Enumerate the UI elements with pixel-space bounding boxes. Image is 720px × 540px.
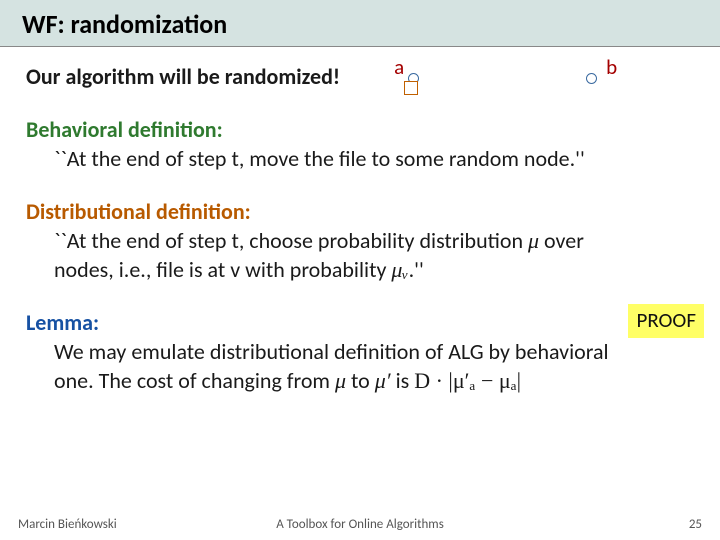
footer-page-number: 25 [474, 517, 702, 532]
dist-line1-pre: ``At the end of step t, choose probabili… [54, 227, 528, 254]
graph-diagram: a b [360, 59, 694, 93]
file-icon [404, 81, 418, 95]
distributional-block: Distributional definition: ``At the end … [26, 197, 694, 284]
intro-text: Our algorithm will be randomized! [26, 63, 340, 90]
behavioral-block: Behavioral definition: ``At the end of s… [26, 115, 694, 173]
lemma-line2-pre: one. The cost of changing from [54, 367, 335, 394]
node-label-b: b [606, 54, 617, 80]
behavioral-body: ``At the end of step t, move the file to… [26, 144, 694, 173]
behavioral-heading: Behavioral definition: [26, 116, 223, 143]
mu-symbol: μ [528, 228, 539, 253]
slide: WF: randomization Our algorithm will be … [0, 0, 720, 540]
lemma-block: Lemma: PROOF We may emulate distribution… [26, 308, 694, 395]
footer-title: A Toolbox for Online Algorithms [246, 517, 474, 532]
mu2-symbol: μ′ [375, 368, 391, 393]
dist-line2-pre: nodes, i.e., file is at v with probabili… [54, 256, 391, 283]
lemma-line2-mid: to [346, 367, 375, 394]
lemma-heading: Lemma: [26, 309, 99, 336]
lemma-line2-post: is [391, 367, 415, 394]
mu1-symbol: μ [335, 368, 346, 393]
title-bar: WF: randomization [0, 0, 720, 47]
footer: Marcin Bieńkowski A Toolbox for Online A… [0, 517, 720, 532]
distributional-heading: Distributional definition: [26, 198, 251, 225]
footer-author: Marcin Bieńkowski [18, 517, 246, 532]
lemma-body: We may emulate distributional definition… [26, 337, 694, 395]
dist-line2-post: .'' [409, 256, 424, 283]
node-label-a: a [394, 54, 404, 80]
node-b [586, 73, 597, 84]
slide-title: WF: randomization [22, 8, 698, 40]
proof-badge: PROOF [628, 304, 704, 338]
lemma-formula: D · |μ′ₐ − μₐ| [414, 368, 521, 393]
mu-v-symbol: μᵥ [391, 257, 408, 282]
distributional-body: ``At the end of step t, choose probabili… [26, 226, 694, 284]
lemma-line1: We may emulate distributional definition… [54, 338, 609, 365]
content-area: Our algorithm will be randomized! a b Be… [0, 47, 720, 395]
intro-row: Our algorithm will be randomized! a b [26, 59, 694, 93]
dist-line1-post: over [539, 227, 584, 254]
